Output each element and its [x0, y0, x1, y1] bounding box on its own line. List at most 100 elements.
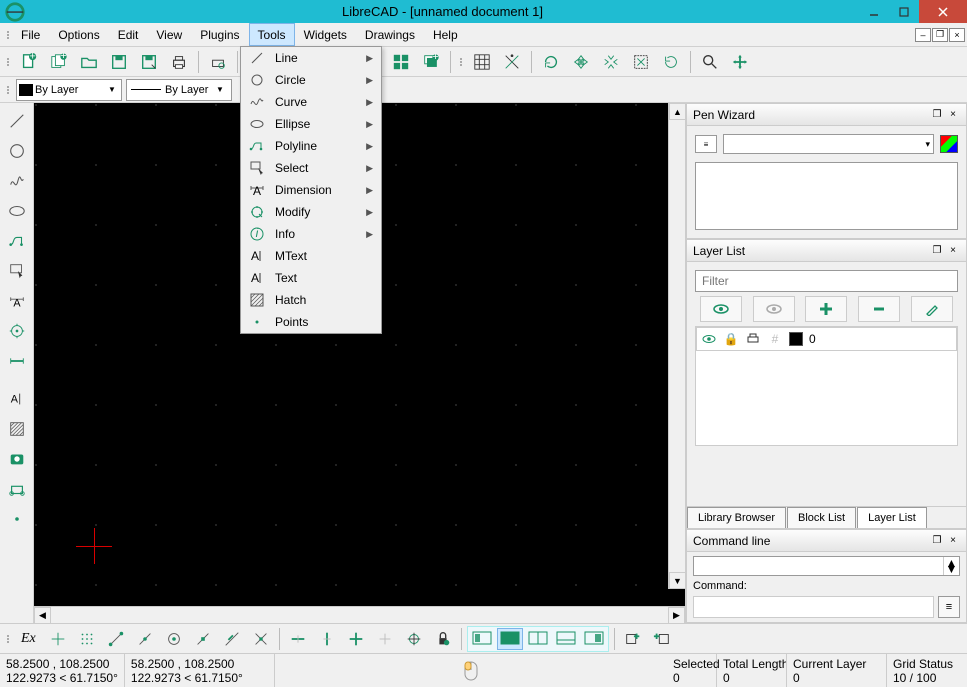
- view-toolbar-handle[interactable]: [457, 58, 465, 66]
- screen-layout-2[interactable]: [497, 628, 523, 650]
- window-tile-button[interactable]: [388, 49, 414, 75]
- menu-item-circle[interactable]: Circle▶: [241, 69, 381, 91]
- panel-undock-button[interactable]: ❐: [930, 108, 944, 122]
- snap-middle-button[interactable]: [190, 626, 216, 652]
- mdi-minimize-button[interactable]: –: [915, 28, 931, 42]
- pen-width-stepper[interactable]: ≡: [695, 135, 717, 153]
- snap-distance-button[interactable]: [219, 626, 245, 652]
- new-file-button[interactable]: +: [16, 49, 42, 75]
- menu-edit[interactable]: Edit: [109, 23, 148, 46]
- menu-item-polyline[interactable]: Polyline▶: [241, 135, 381, 157]
- horizontal-scrollbar[interactable]: ◀ ▶: [34, 606, 685, 623]
- add-layer-button[interactable]: [805, 296, 847, 322]
- menu-item-text[interactable]: AText: [241, 267, 381, 289]
- pen-toolbar-handle[interactable]: [4, 86, 12, 94]
- zoom-in-button[interactable]: [568, 49, 594, 75]
- panel-close-button[interactable]: ×: [946, 244, 960, 258]
- menu-view[interactable]: View: [147, 23, 191, 46]
- block-tool-button[interactable]: [3, 475, 31, 503]
- draft-mode-button[interactable]: [499, 49, 525, 75]
- close-button[interactable]: [919, 0, 967, 23]
- snap-free-button[interactable]: [45, 626, 71, 652]
- tab-block-list[interactable]: Block List: [787, 507, 856, 528]
- menu-item-select[interactable]: Select▶: [241, 157, 381, 179]
- command-input[interactable]: [694, 560, 943, 572]
- vertical-scrollbar[interactable]: ▲ ▼: [668, 103, 685, 589]
- curve-tool-button[interactable]: [3, 167, 31, 195]
- relative-zero-button[interactable]: [401, 626, 427, 652]
- command-history-dropdown[interactable]: ▲▼: [693, 556, 960, 576]
- menu-item-dimension[interactable]: ADimension▶: [241, 179, 381, 201]
- snap-center-button[interactable]: [161, 626, 187, 652]
- print-button[interactable]: [166, 49, 192, 75]
- grid-toggle-button[interactable]: [469, 49, 495, 75]
- layer-visible-icon[interactable]: [701, 331, 717, 347]
- menu-file[interactable]: File: [12, 23, 49, 46]
- restrict-orthogonal-button[interactable]: [343, 626, 369, 652]
- lock-relative-zero-button[interactable]: [430, 626, 456, 652]
- open-button[interactable]: [76, 49, 102, 75]
- zoom-auto-button[interactable]: [628, 49, 654, 75]
- panel-undock-button[interactable]: ❐: [930, 534, 944, 548]
- tab-layer-list[interactable]: Layer List: [857, 507, 927, 528]
- scroll-right-button[interactable]: ▶: [668, 607, 685, 624]
- layer-filter-input[interactable]: [695, 270, 958, 292]
- menu-item-mtext[interactable]: AMText: [241, 245, 381, 267]
- remove-layer-button[interactable]: [858, 296, 900, 322]
- snap-toolbar-handle[interactable]: [4, 635, 12, 643]
- screen-layout-1[interactable]: [469, 628, 495, 650]
- circle-tool-button[interactable]: [3, 137, 31, 165]
- menu-plugins[interactable]: Plugins: [191, 23, 248, 46]
- line-tool-button[interactable]: [3, 107, 31, 135]
- print-preview-button[interactable]: [205, 49, 231, 75]
- layer-construction-icon[interactable]: #: [767, 331, 783, 347]
- zoom-previous-button[interactable]: [658, 49, 684, 75]
- modify-tool-button[interactable]: [3, 317, 31, 345]
- screen-layout-4[interactable]: [553, 628, 579, 650]
- scroll-up-button[interactable]: ▲: [669, 103, 685, 120]
- layer-print-icon[interactable]: [745, 331, 761, 347]
- dimension-tool-button[interactable]: A: [3, 287, 31, 315]
- ellipse-tool-button[interactable]: [3, 197, 31, 225]
- redraw-button[interactable]: [538, 49, 564, 75]
- zoom-window-button[interactable]: [697, 49, 723, 75]
- zoom-pan-button[interactable]: [727, 49, 753, 75]
- panel-undock-button[interactable]: ❐: [930, 244, 944, 258]
- select-tool-button[interactable]: [3, 257, 31, 285]
- polyline-tool-button[interactable]: [3, 227, 31, 255]
- layer-color-swatch[interactable]: [789, 332, 803, 346]
- restrict-horizontal-button[interactable]: [285, 626, 311, 652]
- new-from-template-button[interactable]: +: [46, 49, 72, 75]
- mtext-tool-button[interactable]: A: [3, 385, 31, 413]
- layer-color-selector[interactable]: By Layer ▼: [16, 79, 122, 101]
- tab-library-browser[interactable]: Library Browser: [687, 507, 786, 528]
- panel-close-button[interactable]: ×: [946, 108, 960, 122]
- image-tool-button[interactable]: [3, 445, 31, 473]
- info-tool-button[interactable]: [3, 347, 31, 375]
- scroll-left-button[interactable]: ◀: [34, 607, 51, 624]
- menu-tools[interactable]: Tools: [249, 23, 295, 46]
- hatch-tool-button[interactable]: [3, 415, 31, 443]
- hide-all-layers-button[interactable]: [753, 296, 795, 322]
- window-cascade-button[interactable]: +: [418, 49, 444, 75]
- edit-layer-button[interactable]: [911, 296, 953, 322]
- mdi-close-button[interactable]: ×: [949, 28, 965, 42]
- menu-item-line[interactable]: Line▶: [241, 47, 381, 69]
- toolbar-handle[interactable]: [4, 58, 12, 66]
- maximize-button[interactable]: [889, 0, 919, 23]
- snap-endpoint-button[interactable]: [103, 626, 129, 652]
- menu-help[interactable]: Help: [424, 23, 467, 46]
- save-as-button[interactable]: [136, 49, 162, 75]
- menu-drawings[interactable]: Drawings: [356, 23, 424, 46]
- layer-lock-icon[interactable]: 🔒: [723, 331, 739, 347]
- snap-on-entity-button[interactable]: [132, 626, 158, 652]
- snap-grid-button[interactable]: [74, 626, 100, 652]
- menu-item-ellipse[interactable]: Ellipse▶: [241, 113, 381, 135]
- zoom-out-button[interactable]: [598, 49, 624, 75]
- menu-item-hatch[interactable]: Hatch: [241, 289, 381, 311]
- snap-intersection-button[interactable]: [248, 626, 274, 652]
- menu-item-info[interactable]: iInfo▶: [241, 223, 381, 245]
- screen-layout-3[interactable]: [525, 628, 551, 650]
- dock-add-right-button[interactable]: [649, 626, 675, 652]
- restrict-vertical-button[interactable]: [314, 626, 340, 652]
